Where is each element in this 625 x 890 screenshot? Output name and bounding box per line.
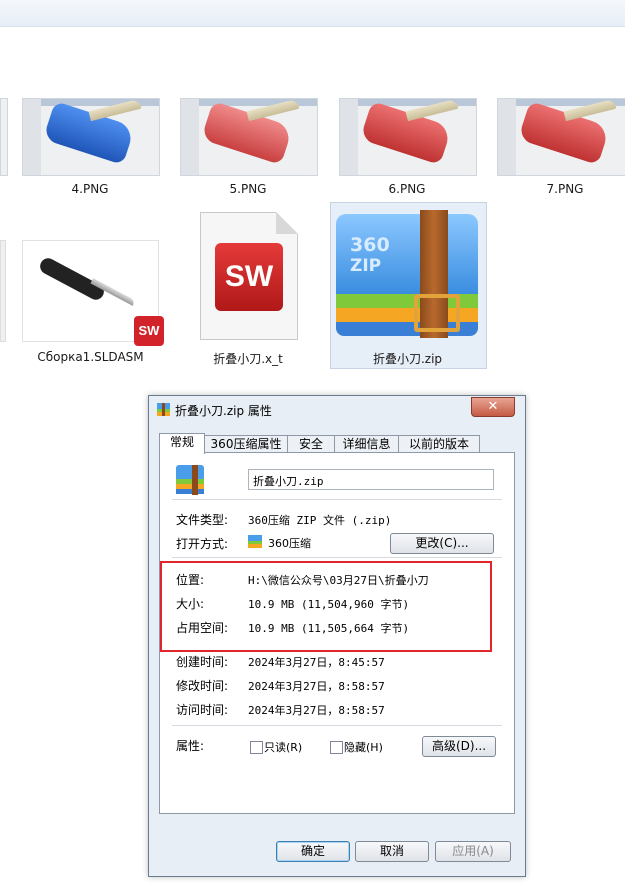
image-thumbnail (339, 98, 477, 176)
open-with-label: 打开方式: (176, 537, 229, 551)
explorer-top-bar (0, 0, 625, 27)
zip-title-icon (157, 403, 170, 416)
tab-general[interactable]: 常规 (159, 433, 205, 454)
modified-label: 修改时间: (176, 679, 229, 693)
filename-value: 折叠小刀.zip (253, 475, 324, 488)
filename-input[interactable]: 折叠小刀.zip (248, 469, 494, 490)
zip-label-zip: ZIP (350, 256, 382, 276)
zip-label-360: 360 (350, 234, 390, 256)
accessed-value: 2024年3月27日，8:58:57 (248, 704, 385, 717)
partial-thumbnail (0, 240, 6, 342)
file-name: 折叠小刀.zip (372, 352, 443, 366)
ok-button[interactable]: 确定 (276, 841, 350, 862)
cancel-button[interactable]: 取消 (355, 841, 429, 862)
created-value: 2024年3月27日，8:45:57 (248, 656, 385, 669)
file-type-label: 文件类型: (176, 513, 229, 527)
zip-buckle (414, 294, 460, 332)
file-name: 5.PNG (229, 182, 267, 196)
properties-dialog: 折叠小刀.zip 属性 ✕ 常规 360压缩属性 安全 详细信息 以前的版本 折… (148, 395, 526, 877)
image-thumbnail (22, 98, 160, 176)
document-icon: SW (200, 212, 298, 340)
divider (172, 557, 502, 558)
file-name: 4.PNG (71, 182, 109, 196)
modified-value: 2024年3月27日，8:58:57 (248, 680, 385, 693)
divider (172, 725, 502, 726)
file-name: 6.PNG (388, 182, 426, 196)
advanced-button[interactable]: 高级(D)... (422, 736, 496, 757)
solidworks-logo-icon: SW (215, 243, 283, 311)
highlight-annotation-box (160, 561, 492, 652)
partial-thumbnail (0, 98, 8, 176)
image-thumbnail (497, 98, 625, 176)
hidden-checkbox[interactable] (330, 741, 343, 754)
general-panel: 折叠小刀.zip 文件类型: 360压缩 ZIP 文件 (.zip) 打开方式:… (159, 452, 515, 814)
apply-button[interactable]: 应用(A) (435, 841, 511, 862)
dialog-title: 折叠小刀.zip 属性 (175, 404, 272, 418)
change-button[interactable]: 更改(C)... (390, 533, 494, 554)
close-button[interactable]: ✕ (471, 397, 515, 417)
readonly-label: 只读(R) (264, 741, 303, 754)
created-label: 创建时间: (176, 655, 229, 669)
tab-security[interactable]: 安全 (287, 435, 335, 453)
open-with-value: 360压缩 (268, 537, 311, 550)
file-type-value: 360压缩 ZIP 文件 (.zip) (248, 514, 392, 527)
readonly-checkbox[interactable] (250, 741, 263, 754)
tab-360-properties[interactable]: 360压缩属性 (204, 435, 288, 453)
solidworks-badge-icon: SW (134, 316, 164, 346)
file-name: 7.PNG (546, 182, 584, 196)
divider (172, 499, 502, 500)
file-type-icon (176, 465, 204, 495)
hidden-label: 隐藏(H) (344, 741, 383, 754)
attributes-label: 属性: (176, 739, 205, 753)
accessed-label: 访问时间: (176, 703, 229, 717)
file-name: Сборка1.SLDASM (37, 350, 144, 364)
file-name: 折叠小刀.x_t (213, 352, 283, 366)
tab-details[interactable]: 详细信息 (334, 435, 399, 453)
tab-previous-versions[interactable]: 以前的版本 (398, 435, 480, 453)
zip-archive-icon: 360 ZIP (334, 210, 480, 346)
360zip-app-icon (248, 535, 262, 548)
image-thumbnail (180, 98, 318, 176)
page-fold (276, 212, 298, 234)
